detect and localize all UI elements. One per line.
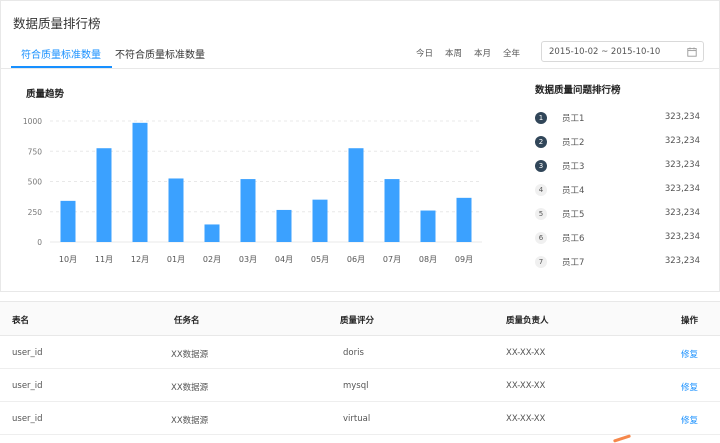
ranking-item: 3 员工3 323,234 [535,158,703,176]
date-range-value: 2015-10-02 ~ 2015-10-10 [549,47,661,57]
x-tick-label: 12月 [131,255,149,264]
bar [276,209,292,242]
bar [96,148,112,242]
calendar-icon [687,47,697,57]
y-tick-label: 250 [28,208,43,217]
page-title: 数据质量排行榜 [13,16,101,31]
cell-task-name: XX数据源 [171,383,209,393]
cell-score: doris [343,348,364,358]
cell-score: virtual [343,414,371,424]
rank-name: 员工7 [562,258,585,268]
x-tick-label: 06月 [347,255,365,264]
ranking-item: 2 员工2 323,234 [535,134,703,152]
cell-table-name: user_id [12,348,43,358]
range-month-button[interactable]: 本月 [474,47,491,59]
x-tick-label: 07月 [383,255,401,264]
rank-name: 员工1 [562,114,585,124]
rank-badge: 4 [535,184,547,196]
cell-task-name: XX数据源 [171,350,209,360]
x-tick-label: 01月 [167,255,185,264]
tab-noncompliant[interactable]: 不符合质量标准数量 [115,46,205,61]
bar [168,178,184,242]
rank-badge: 1 [535,112,547,124]
table-row: user_id XX数据源 doris XX-XX-XX 修复 [0,336,720,369]
ranking-item: 7 员工7 323,234 [535,254,703,272]
x-tick-label: 11月 [95,255,113,264]
ranking-title: 数据质量问题排行榜 [535,85,621,96]
bar [456,197,472,242]
bar [204,224,220,242]
quality-table: 表名 任务名 质量评分 质量负责人 操作 user_id XX数据源 doris… [0,301,720,443]
rank-badge: 7 [535,256,547,268]
repair-link[interactable]: 修复 [681,348,698,360]
cell-task-name: XX数据源 [171,416,209,426]
ranking-item: 5 员工5 323,234 [535,206,703,224]
x-tick-label: 04月 [275,255,293,264]
x-tick-label: 02月 [203,255,221,264]
rank-value: 323,234 [664,256,700,266]
bar [384,179,400,242]
x-tick-label: 08月 [419,255,437,264]
x-tick-label: 09月 [455,255,473,264]
rank-badge: 5 [535,208,547,220]
cell-owner: XX-XX-XX [506,381,546,391]
rank-badge: 3 [535,160,547,172]
bar [420,210,436,242]
column-header-score: 质量评分 [340,316,375,326]
ranking-item: 4 员工4 323,234 [535,182,703,200]
tab-compliant[interactable]: 符合质量标准数量 [21,46,101,61]
ranking-item: 6 员工6 323,234 [535,230,703,248]
cell-table-name: user_id [12,414,43,424]
date-range-picker[interactable]: 2015-10-02 ~ 2015-10-10 [541,41,704,62]
table-header: 表名 任务名 质量评分 质量负责人 操作 [0,302,720,336]
rank-badge: 6 [535,232,547,244]
rank-value: 323,234 [664,208,700,218]
rank-name: 员工4 [562,186,585,196]
x-tick-label: 10月 [59,255,77,264]
tab-divider [0,68,720,69]
repair-link[interactable]: 修复 [681,381,698,393]
ranking-item: 1 员工1 323,234 [535,110,703,128]
bar [60,200,76,242]
x-tick-label: 03月 [239,255,257,264]
rank-name: 员工5 [562,210,585,220]
bar [240,179,256,242]
range-year-button[interactable]: 全年 [503,47,520,59]
rank-name: 员工6 [562,234,585,244]
table-row: user_id XX数据源 mysql XX-XX-XX 修复 [0,369,720,402]
rank-value: 323,234 [664,136,700,146]
cell-owner: XX-XX-XX [506,414,546,424]
rank-value: 323,234 [664,232,700,242]
column-header-table: 表名 [12,316,30,326]
y-tick-label: 500 [28,178,43,187]
y-tick-label: 1000 [23,117,42,126]
bar [312,199,328,242]
rank-value: 323,234 [664,160,700,170]
trend-title: 质量趋势 [26,89,65,100]
rank-value: 323,234 [664,184,700,194]
bar [132,122,148,242]
column-header-action: 操作 [681,316,699,326]
rank-value: 323,234 [664,112,700,122]
column-header-task: 任务名 [174,316,200,326]
rank-name: 员工3 [562,162,585,172]
range-week-button[interactable]: 本周 [445,47,462,59]
y-tick-label: 0 [37,238,42,247]
repair-link[interactable]: 修复 [681,414,698,426]
quality-trend-chart: 0 250 500 750 1000 10月 11月 12月 01月 02月 03月 04月 05月 06… [23,117,482,264]
bar [348,148,364,242]
range-today-button[interactable]: 今日 [416,47,433,59]
column-header-owner: 质量负责人 [506,316,549,326]
y-tick-label: 750 [28,147,43,156]
rank-badge: 2 [535,136,547,148]
cell-score: mysql [343,381,369,391]
cell-table-name: user_id [12,381,43,391]
table-row: user_id XX数据源 virtual XX-XX-XX 修复 [0,402,720,435]
x-tick-label: 05月 [311,255,329,264]
cell-owner: XX-XX-XX [506,348,546,358]
rank-name: 员工2 [562,138,585,148]
